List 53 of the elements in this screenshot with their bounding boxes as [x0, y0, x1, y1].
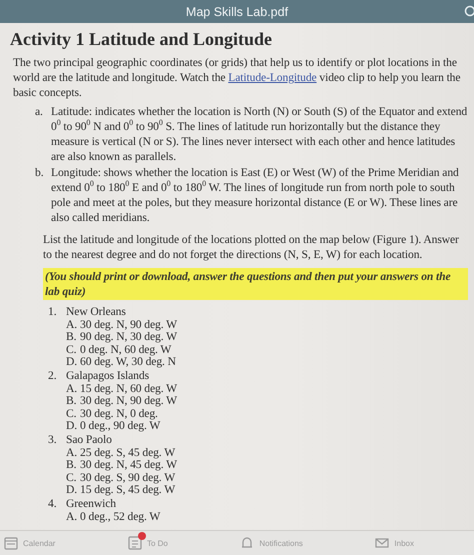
option-letter: D. — [66, 484, 78, 497]
question-text: Galapagos Islands — [66, 370, 149, 383]
option-letter: A. — [66, 382, 78, 396]
option-letter: B. — [66, 459, 78, 472]
option-letter: D. — [66, 356, 78, 369]
instructions-text: List the latitude and longitude of the locations plotted on the map below (Figure 1). Answer to the nearest degree and do not forget the directions (N, S, E, W) for each location. — [43, 232, 460, 262]
option-text: 25 deg. S, 45 deg. W — [80, 446, 176, 460]
option-text: 30 deg. N, 90 deg. W — [80, 395, 177, 408]
option-text: 0 deg., 52 deg. W — [80, 510, 160, 524]
question-number: 2. — [48, 370, 58, 383]
question-number: 1. — [48, 306, 58, 319]
document-heading: Activity 1 Latitude and Longitude — [10, 28, 274, 50]
question-number: 3. — [48, 434, 58, 447]
tab-item[interactable]: To Do — [128, 536, 168, 550]
bell-icon — [240, 536, 254, 550]
option-text: 0 deg. N, 60 deg. W — [80, 344, 172, 356]
checklist-icon — [128, 536, 142, 550]
question-text: Greenwich — [66, 498, 116, 510]
tab-item[interactable]: Notifications — [240, 536, 303, 550]
option-letter: B. — [66, 331, 78, 344]
definition-text: Latitude: indicates whether the location is North (N) or South (S) of the Equator and extend 0$^{0}$ to 90$^{0}$ N and 0$^{0}$ to 90$^{0}$ S. The lines of latitude run horizontally but the distance they measure is vertical (N or S). The lines never intersect with each other and hence latitudes are also known as parallels. — [51, 104, 468, 164]
option-letter: B. — [66, 395, 78, 408]
option-text: 30 deg. N, 90 deg. W — [80, 318, 177, 332]
intro-paragraph: The two principal geographic coordinates (or grids) that help us to identify or plot locations in the world are the latitude and longitude. Watch the Latitude-Longitude video clip to help you learn the basic concepts. — [13, 55, 462, 100]
option-text: 30 deg. N, 0 deg. — [80, 408, 158, 420]
video-link[interactable]: Latitude-Longitude — [228, 71, 317, 84]
option-text: 0 deg., 90 deg. W — [80, 420, 160, 433]
option-text: 90 deg. N, 30 deg. W — [80, 331, 177, 344]
highlighted-note: (You should print or download, answer the questions and then put your answers on the lab quiz) — [43, 268, 468, 300]
option-letter: D. — [66, 420, 78, 433]
definition-text: Longitude: shows whether the location is East (E) or West (W) of the Prime Meridian and extend 0$^{0}$ to 180$^{0}$ E and 0$^{0}$ to 180$^{0}$ W. The lines of longitude run from north pole to south pole and meet at the poles, but they measure horizontal distance (E or W). These lines are also called meridians. — [51, 165, 460, 225]
option-letter: A. — [66, 318, 78, 332]
search-icon[interactable] — [464, 5, 474, 17]
calendar-icon — [4, 536, 18, 550]
option-text: 15 deg. N, 60 deg. W — [80, 382, 177, 396]
option-letter: A. — [66, 510, 78, 524]
option-text: 30 deg. N, 45 deg. W — [80, 459, 177, 472]
option-text: 60 deg. W, 30 deg. N — [80, 356, 176, 369]
list-marker: b. — [35, 165, 44, 181]
window-title: Map Skills Lab.pdf — [186, 4, 288, 18]
option-letter: C. — [66, 408, 78, 420]
question-number: 4. — [48, 498, 58, 510]
tab-item[interactable]: Inbox — [375, 536, 414, 550]
option-text: 30 deg. S, 90 deg. W — [80, 472, 176, 484]
question-text: New Orleans — [66, 306, 126, 319]
envelope-icon — [375, 536, 390, 550]
option-text: 15 deg. S, 45 deg. W — [80, 484, 176, 497]
tab-item[interactable]: Calendar — [4, 536, 56, 550]
option-letter: C. — [66, 344, 78, 356]
option-letter: A. — [66, 446, 78, 460]
question-text: Sao Paolo — [66, 434, 112, 447]
list-marker: a. — [35, 104, 44, 120]
option-letter: C. — [66, 472, 78, 484]
